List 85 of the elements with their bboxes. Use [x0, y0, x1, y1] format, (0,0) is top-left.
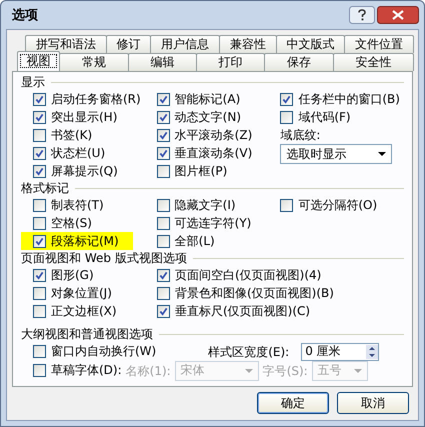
tab[interactable]: 拼写和语法 — [25, 35, 107, 53]
checkbox[interactable] — [156, 146, 170, 160]
close-icon[interactable] — [377, 6, 419, 24]
section-title: 页面视图和 Web 版式视图选项 — [21, 250, 187, 266]
section-title: 格式标记 — [21, 180, 69, 196]
checkbox-label: 可选连字符(Y) — [174, 214, 252, 232]
checkbox-label: 草稿字体(D): — [51, 362, 122, 379]
checkbox[interactable] — [33, 110, 46, 124]
ok-button[interactable]: 确定 — [257, 392, 329, 414]
checkbox[interactable] — [33, 128, 46, 142]
checkbox[interactable] — [156, 164, 170, 178]
checkbox-label: 屏幕提示(Q) — [51, 162, 118, 180]
section-title: 大纲视图和普通视图选项 — [21, 326, 153, 342]
checkbox[interactable] — [33, 286, 46, 300]
spin-up-icon[interactable] — [366, 344, 378, 352]
checkbox-label: 可选分隔符(O) — [298, 196, 378, 214]
checkbox[interactable] — [280, 198, 294, 212]
spinner-field[interactable]: 0 厘米 — [301, 342, 380, 360]
checkbox-label: 状态栏(U) — [51, 144, 106, 162]
checkbox[interactable] — [156, 110, 170, 124]
checkbox[interactable] — [157, 304, 170, 318]
checkbox-label: 正文边框(X) — [51, 302, 117, 320]
checkbox-label: 垂直标尺(仅页面视图)(C) — [175, 302, 310, 320]
checkbox[interactable] — [33, 164, 46, 178]
checkbox[interactable] — [33, 304, 46, 318]
checkbox[interactable] — [157, 286, 170, 300]
checkbox-label: 垂直滚动条(V) — [174, 144, 252, 162]
checkbox-label: 空格(S) — [51, 214, 92, 232]
checkbox-label: 页面间空白(仅页面视图)(4) — [175, 266, 322, 284]
dropdown[interactable]: 选取时显示 — [280, 144, 392, 164]
field-label: 名称(1): — [126, 362, 171, 380]
checkbox-label: 图片框(P) — [174, 162, 228, 180]
checkbox[interactable] — [156, 216, 170, 230]
checkbox-label: 对象位置(J) — [51, 284, 112, 302]
field-label: 样式区宽度(E): — [208, 344, 290, 360]
checkbox[interactable] — [33, 345, 46, 358]
checkbox[interactable] — [33, 92, 46, 106]
checkbox-label: 制表符(T) — [51, 196, 104, 214]
tab[interactable]: 安全性 — [332, 53, 414, 71]
checkbox[interactable] — [280, 92, 294, 106]
checkbox-label: 隐藏文字(I) — [174, 196, 236, 214]
tab[interactable]: 打印 — [196, 53, 266, 71]
checkbox[interactable] — [33, 198, 46, 212]
checkbox-label: 智能标记(A) — [174, 90, 240, 108]
checkbox-label: 任务栏中的窗口(B) — [298, 90, 400, 108]
checkbox-label: 窗口内自动换行(W) — [51, 343, 156, 360]
checkbox[interactable] — [33, 268, 46, 282]
checkbox[interactable] — [156, 128, 170, 142]
tab[interactable]: 视图 — [17, 51, 60, 71]
cancel-button[interactable]: 取消 — [337, 392, 409, 414]
tab[interactable]: 文件位置 — [344, 35, 414, 53]
checkbox-label: 全部(L) — [174, 232, 215, 250]
checkbox-label: 水平滚动条(Z) — [174, 126, 252, 144]
tab[interactable]: 保存 — [264, 53, 334, 71]
checkbox[interactable] — [280, 110, 294, 124]
caret-icon — [378, 152, 386, 156]
tab[interactable]: 修订 — [106, 35, 152, 53]
caret-icon — [354, 368, 362, 372]
tab[interactable]: 常规 — [59, 53, 129, 71]
checkbox-label: 书签(K) — [51, 126, 92, 144]
section-title: 显示 — [21, 74, 45, 90]
checkbox[interactable] — [157, 268, 170, 282]
checkbox-label: 图形(G) — [51, 266, 94, 284]
tab[interactable]: 中文版式 — [276, 35, 346, 53]
checkbox-label: 域代码(F) — [298, 108, 351, 126]
checkbox[interactable] — [156, 234, 170, 248]
caret-icon — [244, 368, 253, 372]
field-label: 域底纹: — [280, 127, 322, 144]
help-icon[interactable] — [349, 6, 375, 24]
checkbox[interactable] — [33, 146, 46, 160]
checkbox[interactable] — [156, 92, 170, 106]
field-label: 字号(S): — [262, 362, 308, 380]
checkbox-label: 启动任务窗格(R) — [51, 90, 141, 108]
checkbox[interactable] — [33, 216, 46, 230]
checkbox[interactable] — [33, 234, 46, 248]
tab[interactable]: 用户信息 — [150, 35, 220, 53]
checkbox-label: 动态文字(N) — [174, 108, 242, 126]
checkbox-label: 突出显示(H) — [51, 108, 118, 126]
tab[interactable]: 编辑 — [128, 53, 197, 71]
checkbox[interactable] — [156, 198, 170, 212]
window-title: 选项 — [11, 7, 38, 24]
checkbox-label: 背景色和图像(仅页面视图)(B) — [175, 284, 334, 302]
checkbox-label: 段落标记(M) — [51, 232, 119, 250]
checkbox[interactable] — [33, 364, 46, 377]
tab[interactable]: 兼容性 — [219, 35, 277, 53]
